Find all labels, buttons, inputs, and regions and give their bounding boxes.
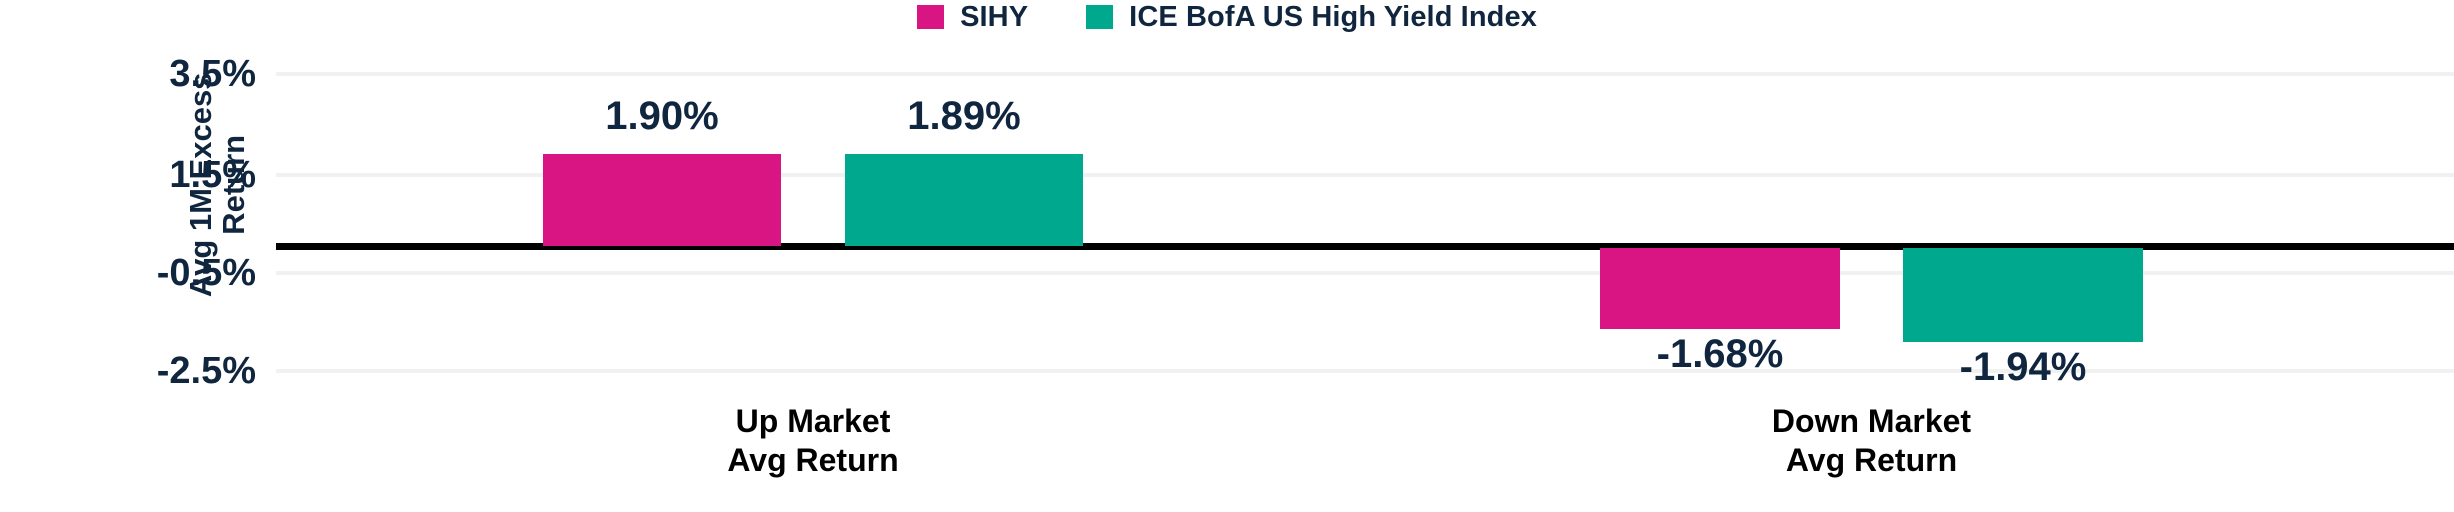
bar-label-down-market-sihy: -1.68% bbox=[1656, 332, 1784, 376]
category-label-down-market-line2: Avg Return bbox=[1785, 442, 1958, 479]
bar-up-market-sihy[interactable] bbox=[543, 154, 781, 246]
bar-label-up-market-index: 1.89% bbox=[907, 94, 1021, 138]
legend-item-index[interactable]: ICE BofA US High Yield Index bbox=[1086, 0, 1537, 33]
legend-label-index: ICE BofA US High Yield Index bbox=[1129, 0, 1537, 33]
y-axis-title-line1: Avg 1M Excess bbox=[183, 72, 219, 298]
chart-canvas: SIHY ICE BofA US High Yield Index 3.5% 1… bbox=[0, 0, 2454, 512]
bar-down-market-sihy[interactable] bbox=[1600, 248, 1840, 329]
bar-label-up-market-sihy: 1.90% bbox=[605, 94, 719, 138]
gridline-3-5 bbox=[276, 72, 2454, 76]
legend-item-sihy[interactable]: SIHY bbox=[917, 0, 1029, 33]
category-label-down-market: Down Market Avg Return bbox=[1600, 402, 2143, 480]
legend-label-sihy: SIHY bbox=[960, 0, 1029, 33]
legend-swatch-index-icon bbox=[1086, 5, 1114, 29]
plot-area: 3.5% 1.5% -0.5% -2.5% Avg 1M Excess Retu… bbox=[157, 40, 2454, 478]
category-label-down-market-line1: Down Market bbox=[1771, 403, 1972, 439]
bar-up-market-index[interactable] bbox=[845, 154, 1083, 246]
category-label-up-market-line2: Avg Return bbox=[727, 442, 899, 479]
category-label-up-market: Up Market Avg Return bbox=[543, 402, 1083, 480]
bar-down-market-index[interactable] bbox=[1903, 248, 2143, 342]
y-axis-title: Avg 1M Excess Return bbox=[183, 5, 251, 365]
bar-label-down-market-index: -1.94% bbox=[1959, 345, 2087, 389]
legend-swatch-sihy-icon bbox=[917, 5, 945, 29]
chart-legend: SIHY ICE BofA US High Yield Index bbox=[0, 0, 2454, 34]
category-label-up-market-line1: Up Market bbox=[735, 403, 891, 439]
y-axis-title-line2: Return bbox=[216, 134, 251, 235]
